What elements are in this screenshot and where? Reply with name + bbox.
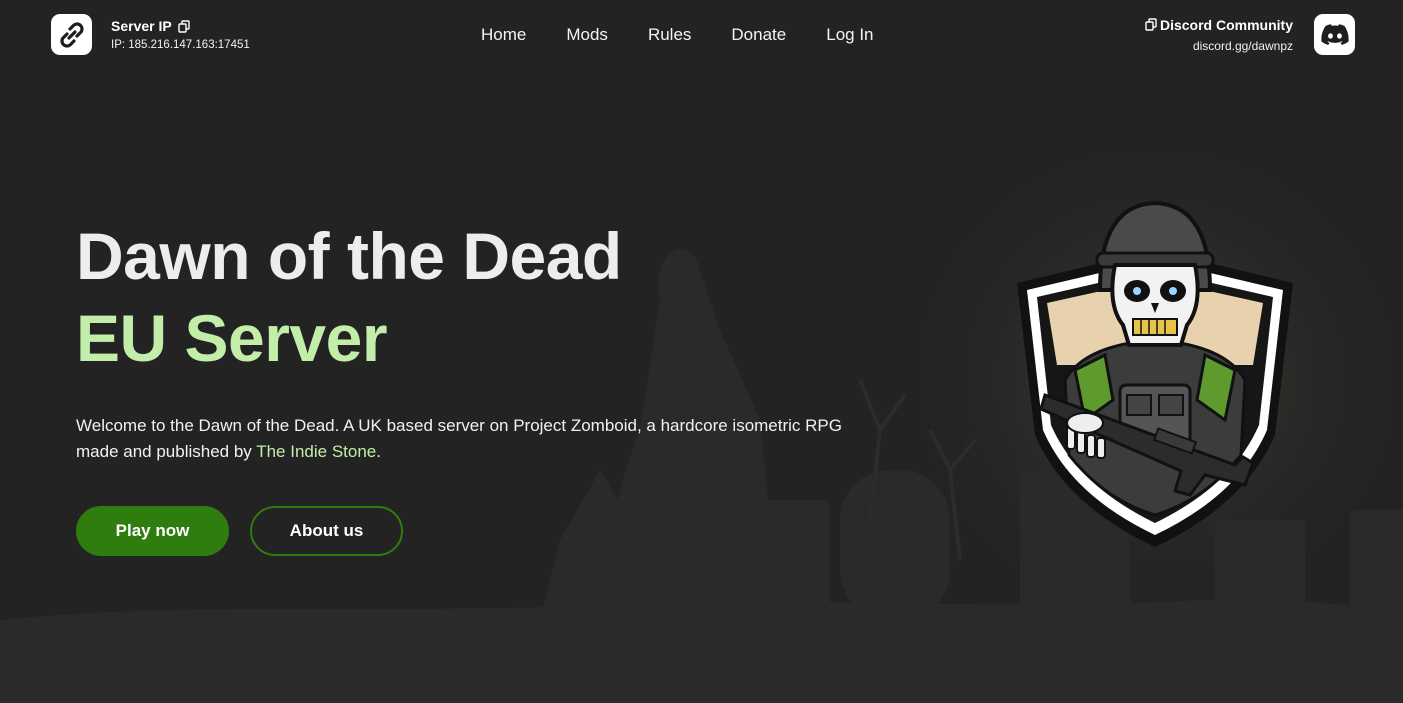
link-icon xyxy=(51,14,92,55)
about-us-button[interactable]: About us xyxy=(250,506,403,556)
site-header: Server IP IP: 185.216.147.163:17451 Home… xyxy=(0,0,1403,72)
nav-donate[interactable]: Donate xyxy=(731,24,786,46)
discord-invite-link[interactable]: discord.gg/dawnpz xyxy=(1145,39,1293,53)
hero-title: Dawn of the Dead EU Server xyxy=(76,215,876,379)
server-ip-box[interactable]: Server IP IP: 185.216.147.163:17451 xyxy=(51,14,250,55)
copy-icon[interactable] xyxy=(1145,18,1157,31)
nav-login[interactable]: Log In xyxy=(826,24,873,46)
hero-description-end: . xyxy=(376,442,381,461)
hero-title-line2: EU Server xyxy=(76,301,388,375)
play-now-button[interactable]: Play now xyxy=(76,506,229,556)
discord-community-box[interactable]: Discord Community discord.gg/dawnpz xyxy=(1145,14,1355,55)
indie-stone-link[interactable]: The Indie Stone xyxy=(256,442,376,461)
copy-icon[interactable] xyxy=(178,19,190,33)
discord-title: Discord Community xyxy=(1159,16,1293,33)
hero-section: Dawn of the Dead EU Server Welcome to th… xyxy=(76,215,876,556)
server-ip-address: IP: 185.216.147.163:17451 xyxy=(111,39,250,51)
nav-home[interactable]: Home xyxy=(481,24,526,46)
hero-description-text: Welcome to the Dawn of the Dead. A UK ba… xyxy=(76,416,842,461)
skeleton-soldier-logo xyxy=(1005,195,1305,555)
hero-description: Welcome to the Dawn of the Dead. A UK ba… xyxy=(76,413,866,465)
server-ip-title: Server IP xyxy=(111,18,172,34)
nav-rules[interactable]: Rules xyxy=(648,24,691,46)
main-nav: Home Mods Rules Donate Log In xyxy=(481,24,874,46)
hero-buttons: Play now About us xyxy=(76,506,876,556)
nav-mods[interactable]: Mods xyxy=(566,24,608,46)
hero-title-line1: Dawn of the Dead xyxy=(76,219,622,293)
discord-icon[interactable] xyxy=(1314,14,1355,55)
